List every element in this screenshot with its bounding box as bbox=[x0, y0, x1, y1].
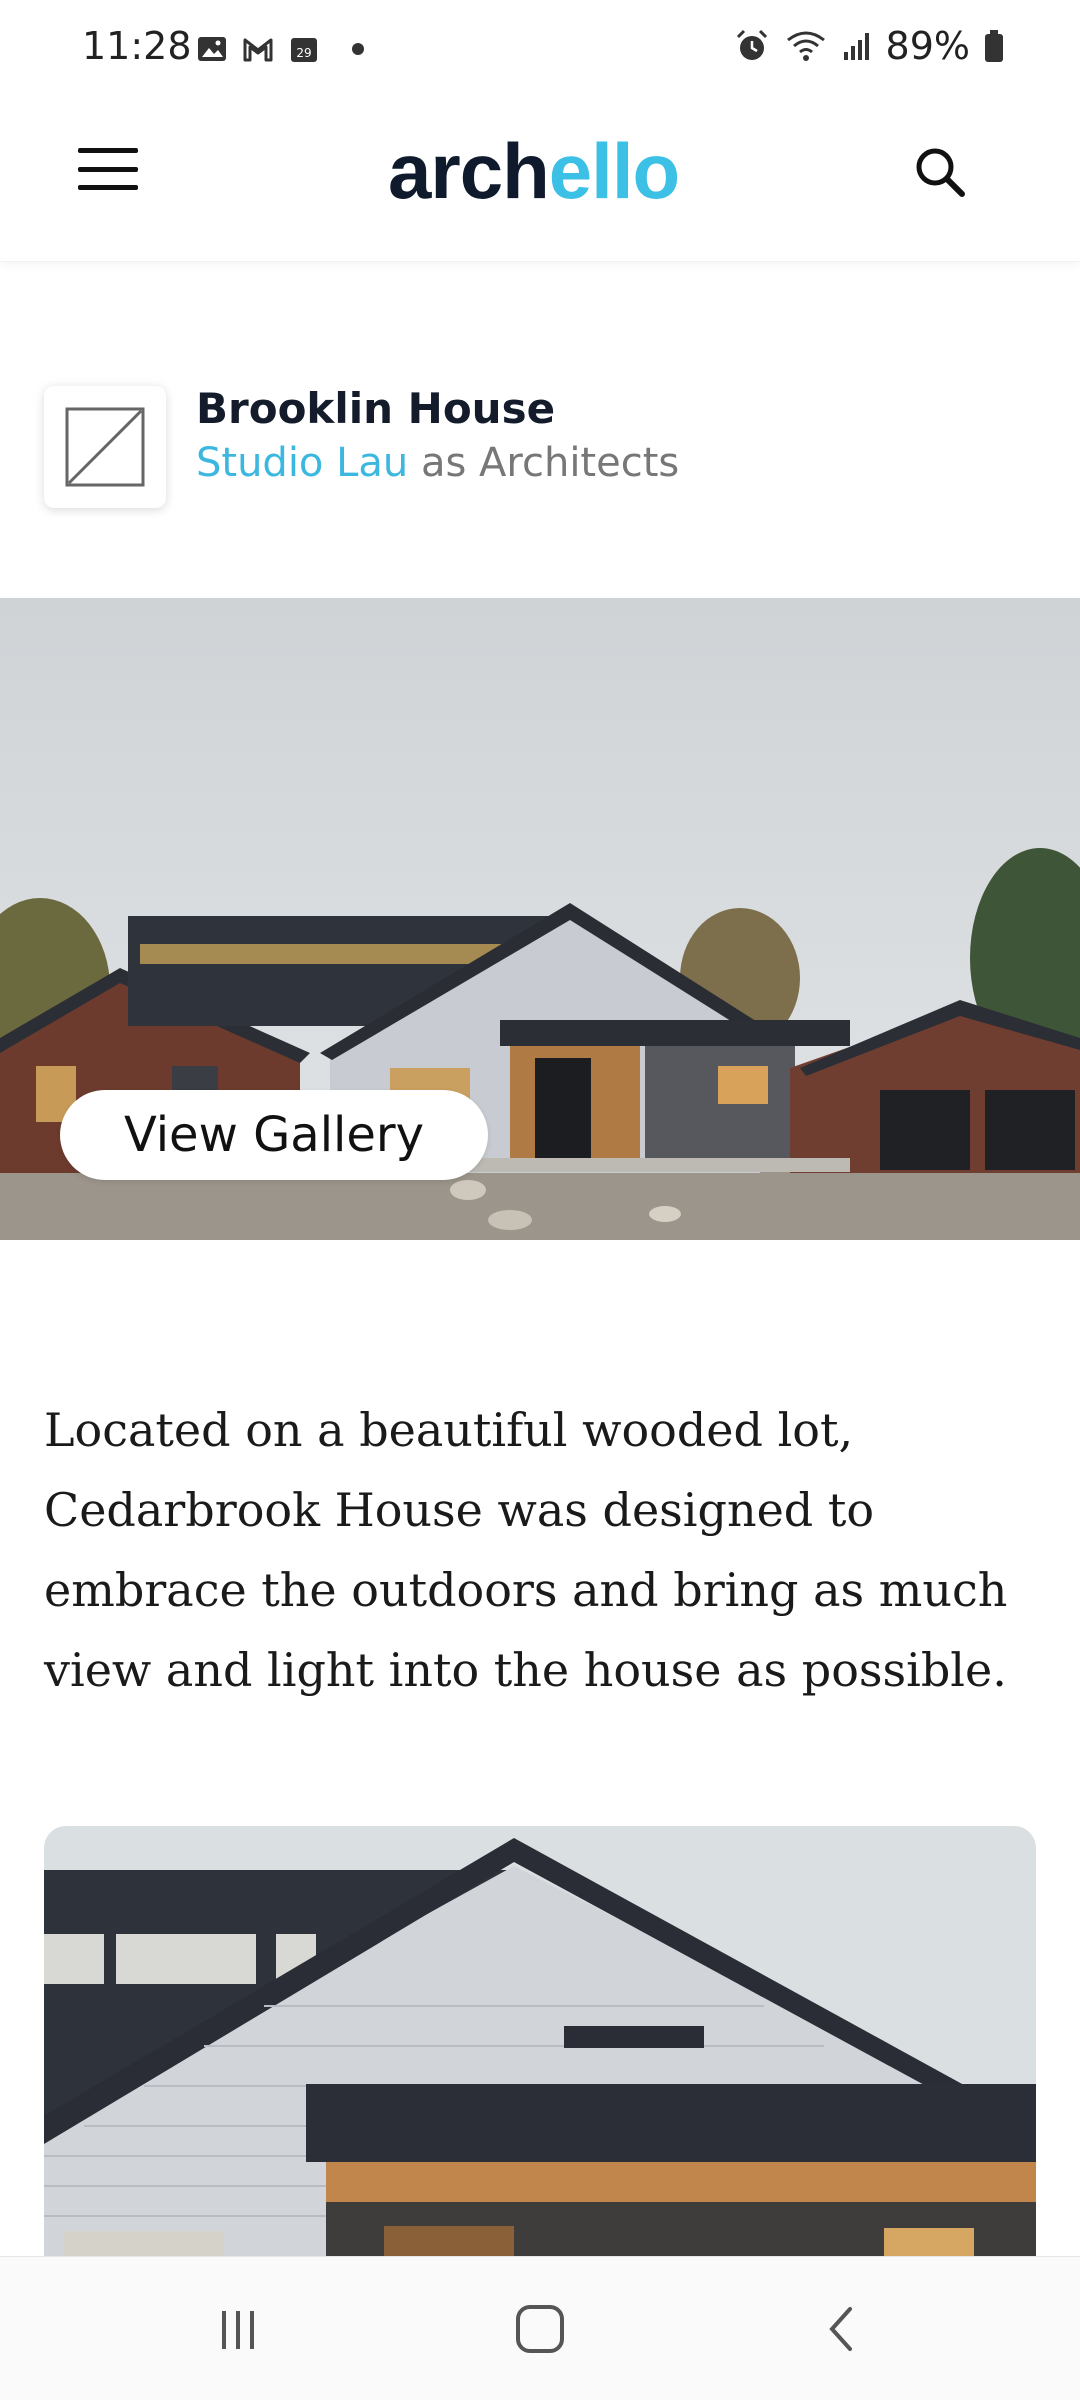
hamburger-line bbox=[78, 166, 138, 172]
signal-icon bbox=[843, 33, 869, 60]
svg-text:29: 29 bbox=[296, 46, 311, 60]
wifi-icon bbox=[786, 31, 825, 61]
view-gallery-button[interactable]: View Gallery bbox=[60, 1090, 488, 1180]
status-icons-left: 29 bbox=[196, 34, 364, 64]
battery-icon bbox=[985, 30, 1003, 62]
gable-photo bbox=[44, 1826, 1036, 2256]
system-nav-bar bbox=[0, 2256, 1080, 2400]
hamburger-line bbox=[78, 148, 138, 153]
alarm-icon bbox=[736, 29, 767, 60]
search-icon[interactable] bbox=[910, 142, 970, 202]
archello-logo[interactable]: archello bbox=[388, 126, 680, 217]
battery-percent: 89% bbox=[885, 24, 970, 68]
menu-button[interactable] bbox=[78, 144, 138, 194]
project-avatar[interactable] bbox=[44, 386, 166, 508]
project-title: Brooklin House bbox=[196, 384, 556, 433]
gallery-icon bbox=[198, 37, 226, 61]
status-bar: 11:28 29 89% bbox=[0, 0, 1080, 100]
architect-role: as Architects bbox=[408, 440, 680, 486]
detail-image[interactable] bbox=[44, 1826, 1036, 2256]
app-header: archello bbox=[0, 100, 1080, 262]
project-description: Located on a beautiful wooded lot, Cedar… bbox=[44, 1403, 1008, 1697]
studio-link[interactable]: Studio Lau bbox=[196, 440, 408, 486]
gmail-icon bbox=[243, 38, 273, 62]
hamburger-line bbox=[78, 185, 138, 190]
recents-icon bbox=[222, 2311, 254, 2349]
notification-dot bbox=[352, 43, 364, 55]
recents-button[interactable] bbox=[198, 2297, 278, 2361]
project-architect: Studio Lau as Architects bbox=[196, 440, 679, 486]
placeholder-logo-icon bbox=[65, 407, 145, 487]
back-button[interactable] bbox=[802, 2297, 882, 2361]
status-icons-right: 89% bbox=[734, 24, 1004, 68]
home-icon bbox=[516, 2305, 564, 2353]
home-button[interactable] bbox=[500, 2297, 580, 2361]
status-time: 11:28 bbox=[82, 24, 192, 68]
back-icon bbox=[829, 2307, 852, 2351]
calendar-icon: 29 bbox=[291, 38, 317, 62]
